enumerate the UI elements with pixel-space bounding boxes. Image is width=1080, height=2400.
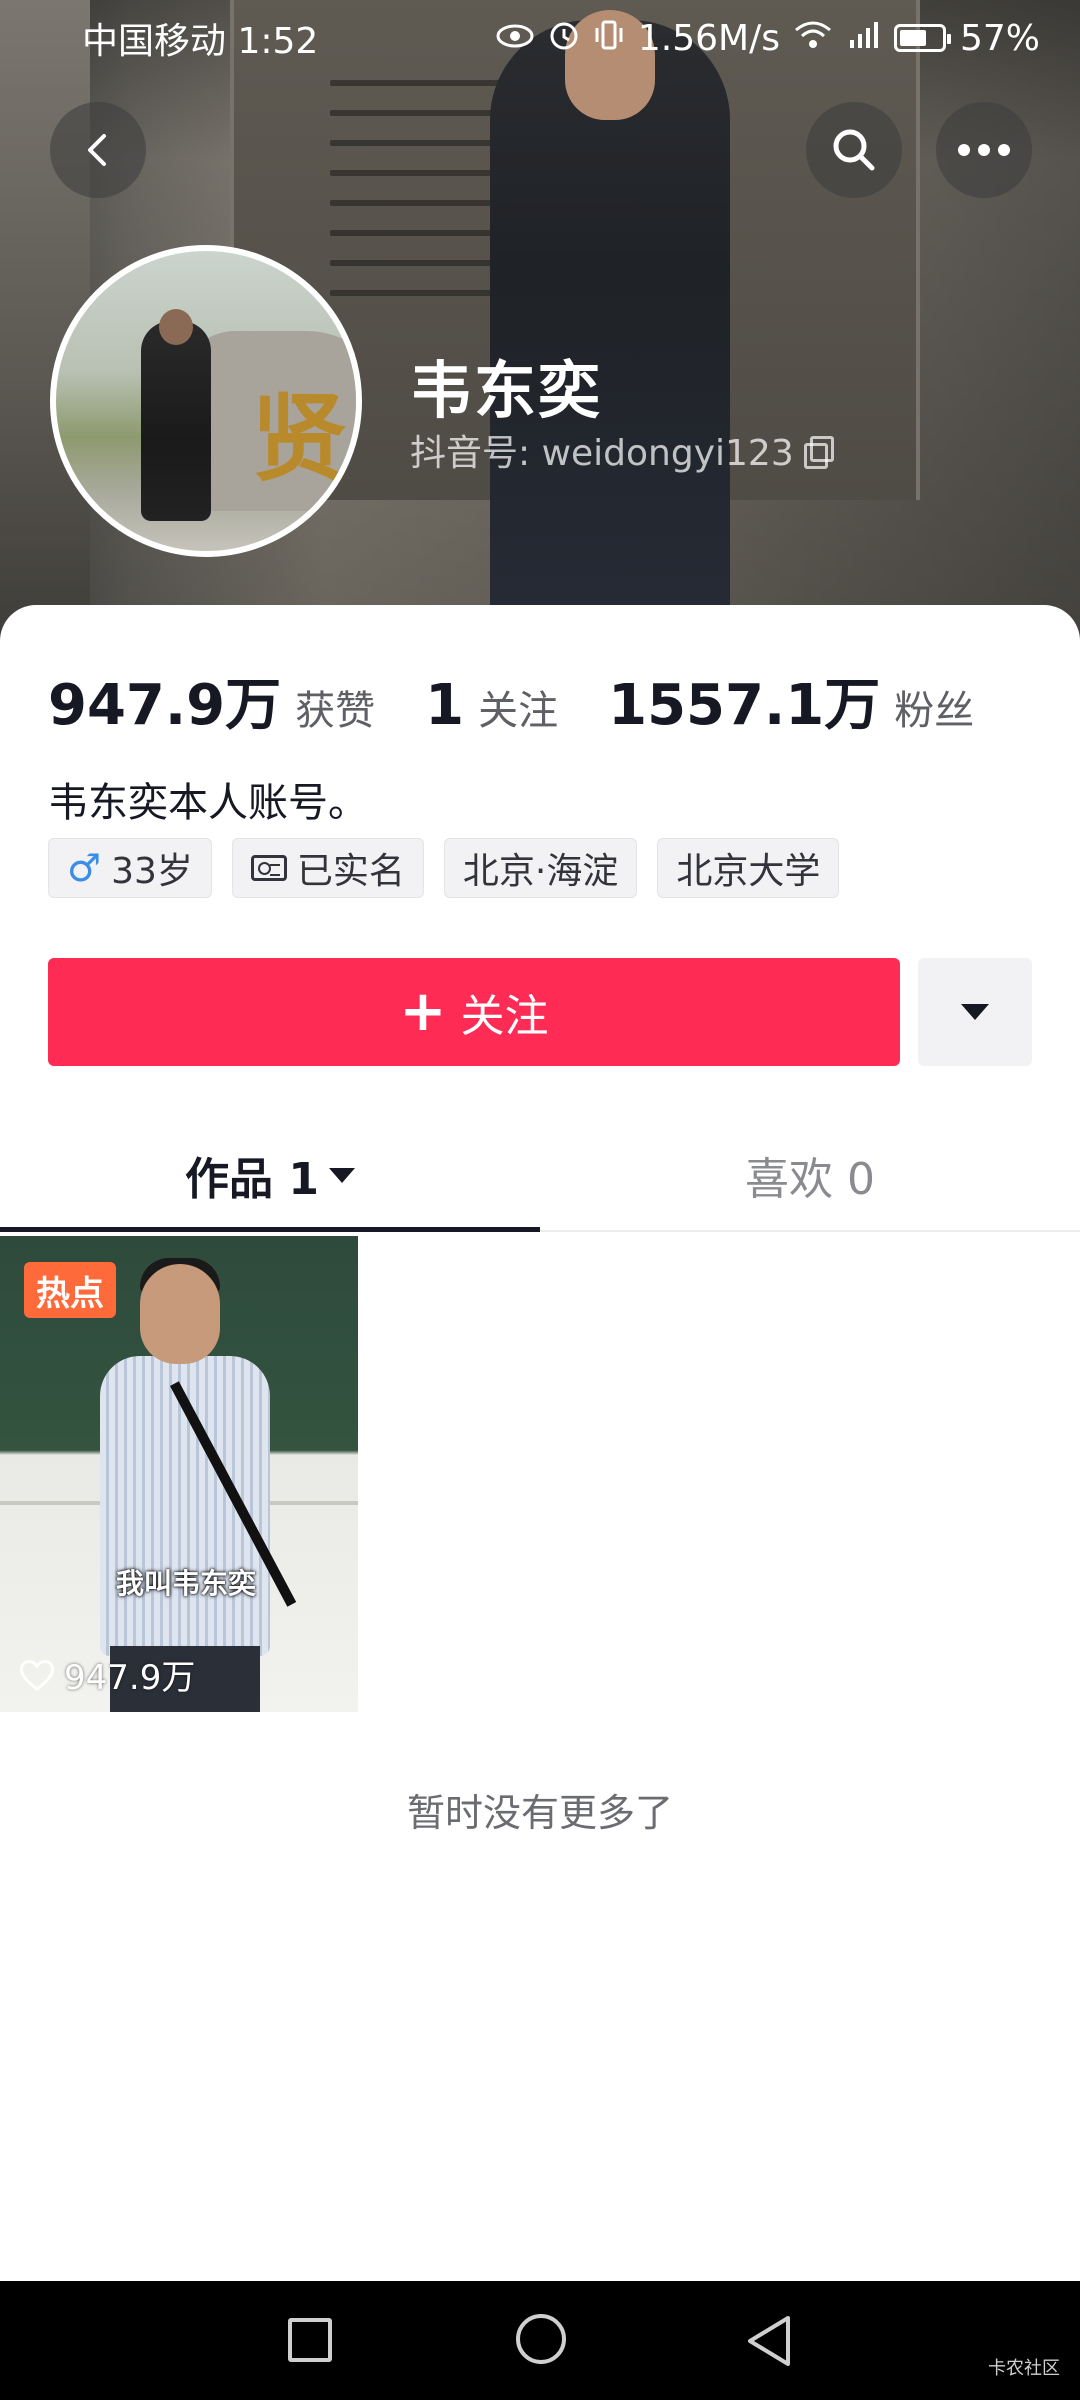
search-button[interactable] (806, 102, 902, 198)
tag-verified: 已实名 (231, 838, 424, 898)
heart-icon (19, 1659, 55, 1691)
follow-button[interactable]: + 关注 (48, 958, 900, 1066)
stat-label: 关注 (478, 688, 559, 734)
douyin-id[interactable]: 抖音号: weidongyi123 (410, 424, 834, 476)
stat-value: 1 (425, 673, 465, 738)
profile-name: 韦东奕 (410, 354, 603, 427)
bio-text: 韦东奕本人账号。 (48, 780, 368, 826)
carrier-time: 中国移动 1:52 (82, 21, 319, 62)
video-thumbnail[interactable]: 热点 (0, 1236, 358, 1712)
video-caption: 我叫韦东奕 (116, 1567, 257, 1600)
stat-value: 947.9万 (48, 673, 282, 738)
id-card-icon (250, 855, 287, 881)
tag-row: ♂ 33岁 已实名 北京·海淀 北京大学 (48, 838, 840, 898)
recent-apps-button[interactable] (288, 2318, 332, 2362)
video-likes: 947.9万 (18, 1650, 195, 1699)
profile-screen: 中国移动 1:52 1.56M/s 57% 贤 韦东奕 抖音号: weidong… (0, 0, 1080, 2400)
stat-label: 粉丝 (894, 688, 975, 734)
back-nav-button[interactable] (744, 2314, 794, 2372)
signal-5g-icon (846, 20, 880, 56)
tag-label: 已实名 (296, 851, 405, 892)
stats-row: 947.9万 获赞 1 关注 1557.1万 粉丝 (48, 660, 1024, 741)
tag-label: 北京·海淀 (462, 851, 619, 892)
battery-level: 57% (959, 17, 1040, 59)
more-dots-icon (958, 144, 1010, 156)
tag-school[interactable]: 北京大学 (657, 838, 840, 898)
stat-label: 获赞 (295, 688, 376, 734)
stat-likes[interactable]: 947.9万 获赞 (48, 660, 375, 741)
net-speed: 1.56M/s (637, 17, 780, 59)
follow-label: 关注 (460, 991, 549, 1042)
tab-label: 作品 1 (185, 1154, 319, 1205)
tag-age: ♂ 33岁 (48, 838, 212, 898)
male-icon: ♂ (67, 846, 102, 890)
more-button[interactable] (936, 102, 1032, 198)
status-bar: 中国移动 1:52 1.56M/s 57% (0, 0, 1080, 76)
copy-icon[interactable] (803, 436, 834, 469)
content-tabs: 作品 1 喜欢 0 (0, 1120, 1080, 1232)
likes-count: 947.9万 (64, 1658, 196, 1698)
triangle-back-icon (748, 2316, 790, 2366)
tag-label: 33岁 (111, 851, 193, 892)
avatar[interactable]: 贤 (50, 245, 362, 557)
stat-followers[interactable]: 1557.1万 粉丝 (608, 660, 974, 741)
watermark: 卡农社区 (988, 2358, 1060, 2379)
back-button[interactable] (50, 102, 146, 198)
tag-location[interactable]: 北京·海淀 (443, 838, 638, 898)
chevron-left-icon (88, 134, 106, 166)
caret-down-icon (328, 1167, 355, 1183)
battery-icon (893, 24, 951, 52)
douyin-id-text: 抖音号: weidongyi123 (410, 433, 794, 474)
eye-icon (496, 21, 534, 55)
vibrate-icon (594, 19, 624, 57)
wifi-icon (794, 20, 832, 56)
plus-icon: + (399, 979, 447, 1044)
hot-badge: 热点 (24, 1262, 116, 1318)
stat-following[interactable]: 1 关注 (425, 673, 558, 738)
tab-works[interactable]: 作品 1 (0, 1120, 540, 1232)
tag-label: 北京大学 (676, 851, 821, 892)
caret-down-icon (961, 1004, 989, 1020)
tab-label: 喜欢 0 (745, 1154, 875, 1205)
search-icon (833, 129, 875, 171)
avatar-seal-text: 贤 (251, 382, 347, 495)
recommend-dropdown-button[interactable] (918, 958, 1032, 1066)
alarm-icon (548, 19, 580, 57)
no-more-text: 暂时没有更多了 (406, 1791, 673, 1835)
tab-likes[interactable]: 喜欢 0 (540, 1120, 1080, 1230)
home-button[interactable] (516, 2314, 566, 2364)
stat-value: 1557.1万 (608, 673, 881, 738)
